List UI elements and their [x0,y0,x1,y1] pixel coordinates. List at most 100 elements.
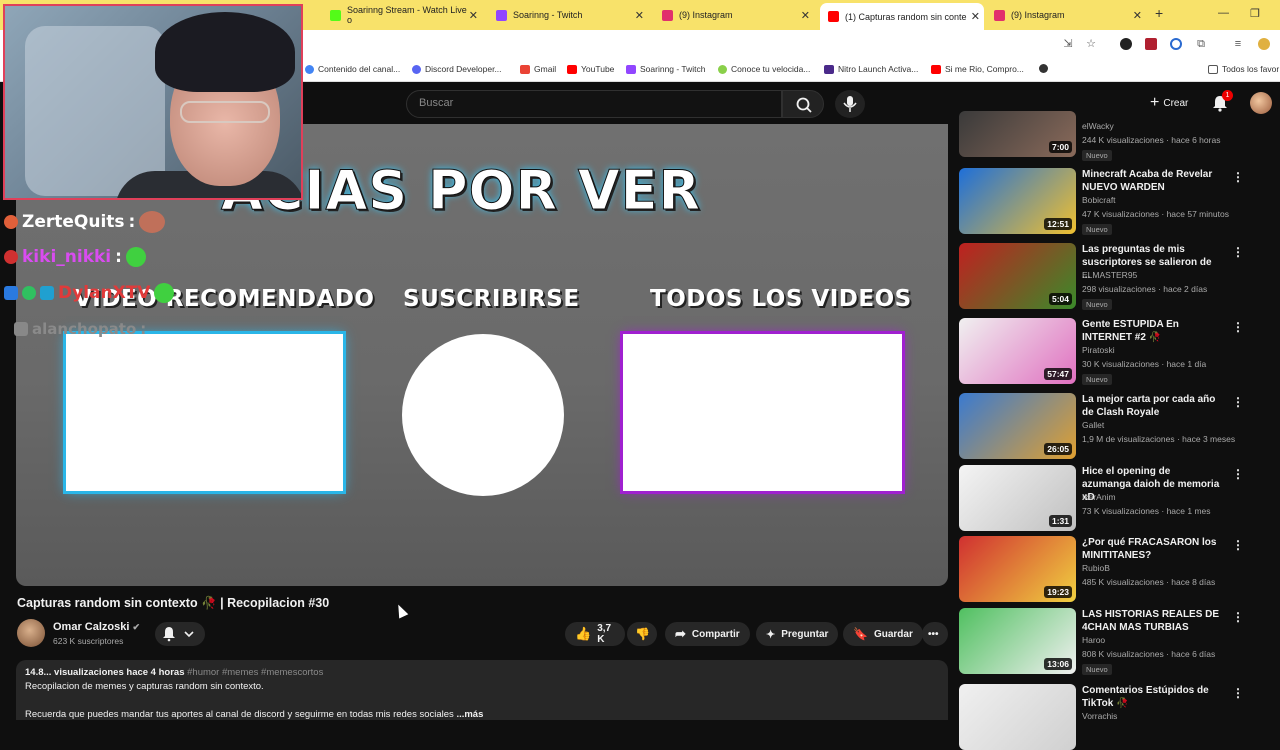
youtube-icon [931,64,941,74]
description-tags[interactable]: #humor #memes #memescortos [187,667,323,678]
more-vertical-icon[interactable]: ⋮ [1232,538,1244,552]
speedtest-icon [718,64,727,74]
dislike-button[interactable]: 👎 [627,622,657,646]
chat-user: DylanXTV [58,283,151,303]
recommended-video-title[interactable]: LAS HISTORIAS REALES DE 4CHAN MAS TURBIA… [1082,608,1222,634]
profile-icon[interactable] [1258,38,1270,50]
thumbs-down-icon: 👎 [635,627,650,641]
recommended-video-title[interactable]: Minecraft Acaba de Revelar NUEVO WARDEN [1082,168,1222,194]
video-thumbnail[interactable]: 7:00 [959,111,1076,157]
tab-instagram[interactable]: (9) Instagram ✕ [654,4,814,26]
tab-label: (9) Instagram [679,10,733,20]
video-thumbnail[interactable]: 19:23 [959,536,1076,602]
tab-kick[interactable]: Soarinng Stream - Watch Live o ✕ [322,4,482,26]
twitch-icon [496,9,507,21]
search-icon [796,97,812,113]
recommended-views: 47 K visualizaciones · hace 57 minutos [1082,209,1229,219]
minimize-icon[interactable]: — [1218,7,1229,19]
extension-icon[interactable] [1120,38,1132,50]
video-thumbnail[interactable]: 1:31 [959,465,1076,531]
create-label: Crear [1163,97,1189,109]
recommended-channel[interactable]: ELMASTER95 [1082,270,1137,280]
more-vertical-icon[interactable]: ⋮ [1232,245,1244,259]
star-icon[interactable]: ☆ [1085,38,1097,50]
tab-label: Soarinng Stream - Watch Live o [347,5,467,25]
restore-icon[interactable]: ❐ [1250,7,1260,20]
video-thumbnail[interactable] [959,684,1076,750]
endscreen-subscribe-button[interactable] [402,334,564,496]
video-thumbnail[interactable]: 5:04 [959,243,1076,309]
more-vertical-icon[interactable]: ⋮ [1232,467,1244,481]
bookmark[interactable]: Si me Rio, Compro... [931,64,1024,74]
recommended-video-title[interactable]: La mejor carta por cada año de Clash Roy… [1082,393,1222,419]
video-duration: 7:00 [1048,141,1072,153]
subscription-bell-button[interactable] [155,622,205,646]
recommended-video-title[interactable]: Comentarios Estúpidos de TikTok 🥀 [1082,684,1222,710]
save-button[interactable]: 🔖 Guardar [843,622,923,646]
install-icon[interactable]: ⇲ [1062,38,1074,50]
nitro-icon [824,64,834,74]
more-vertical-icon[interactable]: ⋮ [1232,610,1244,624]
endscreen-recommended-video[interactable] [66,334,343,491]
bookmark[interactable]: Conoce tu velocida... [718,64,810,74]
extension-icon[interactable] [1145,38,1157,50]
more-vertical-icon[interactable]: ⋮ [1232,170,1244,184]
tab-youtube-active[interactable]: (1) Capturas random sin conte ✕ [820,3,984,30]
channel-avatar[interactable] [17,619,45,647]
bookmark[interactable]: Gmail [520,64,556,74]
extension-icon[interactable] [1170,38,1182,50]
recommended-video-title[interactable]: Gente ESTUPIDA En INTERNET #2 🥀 [1082,318,1222,344]
video-thumbnail[interactable]: 26:05 [959,393,1076,459]
voice-search-button[interactable] [835,90,865,118]
recommended-views: 485 K visualizaciones · hace 8 días [1082,577,1216,587]
close-icon[interactable]: ✕ [1133,9,1142,22]
video-thumbnail[interactable]: 12:51 [959,168,1076,234]
badge-icon [4,215,18,229]
endscreen-all-videos[interactable] [623,334,902,491]
close-icon[interactable]: ✕ [469,9,478,22]
show-more-link[interactable]: ...más [456,709,483,720]
channel-name[interactable]: Omar Calzoski ✔ [53,621,140,633]
tab-instagram-2[interactable]: (9) Instagram ✕ [986,4,1146,26]
bookmark-label: Conoce tu velocida... [731,64,811,74]
user-avatar[interactable] [1250,92,1272,114]
more-vertical-icon[interactable]: ⋮ [1232,395,1244,409]
more-button[interactable]: ••• [922,622,948,646]
new-tab-icon[interactable]: + [1155,5,1163,21]
search-button[interactable] [782,90,824,118]
bookmark[interactable] [1039,64,1052,73]
like-button[interactable]: 👍 3,7 K [565,622,625,646]
recommended-channel[interactable]: IkerAnim [1082,492,1116,502]
close-icon[interactable]: ✕ [635,9,644,22]
recommended-channel[interactable]: Bobicraft [1082,195,1116,205]
recommended-channel[interactable]: Haroo [1082,635,1105,645]
share-button[interactable]: ➦ Compartir [665,622,750,646]
search-input[interactable]: Buscar [406,90,782,118]
tab-twitch[interactable]: Soarinng - Twitch ✕ [488,4,648,26]
recommended-channel[interactable]: Gallet [1082,420,1104,430]
recommended-channel[interactable]: RubioB [1082,563,1110,573]
bookmark[interactable]: Discord Developer... [412,64,502,74]
ask-button[interactable]: ✦ Preguntar [756,622,839,646]
video-thumbnail[interactable]: 57:47 [959,318,1076,384]
menu-icon[interactable]: ≡ [1232,38,1244,50]
create-button[interactable]: + Crear [1140,92,1198,114]
more-vertical-icon[interactable]: ⋮ [1232,686,1244,700]
description-views: 14.8... visualizaciones hace 4 horas [25,667,185,678]
puzzle-icon[interactable]: ⧉ [1195,38,1207,50]
recommended-channel[interactable]: elWacky [1082,121,1114,131]
more-vertical-icon[interactable]: ⋮ [1232,320,1244,334]
recommended-video-title[interactable]: ¿Por qué FRACASARON los MINITITANES? [1082,536,1222,562]
bookmark[interactable]: Contenido del canal... [305,64,400,74]
close-icon[interactable]: ✕ [971,10,980,23]
close-icon[interactable]: ✕ [801,9,810,22]
video-thumbnail[interactable]: 13:06 [959,608,1076,674]
bookmark[interactable]: Soarinng - Twitch [626,64,706,74]
like-count: 3,7 K [597,623,612,645]
recommended-channel[interactable]: Piratoski [1082,345,1115,355]
bookmark[interactable]: Nitro Launch Activa... [824,64,918,74]
video-duration: 13:06 [1044,658,1072,670]
badge-icon [40,286,54,300]
bookmarks-folder[interactable]: Todos los favor [1208,64,1279,74]
bookmark[interactable]: YouTube [567,64,614,74]
